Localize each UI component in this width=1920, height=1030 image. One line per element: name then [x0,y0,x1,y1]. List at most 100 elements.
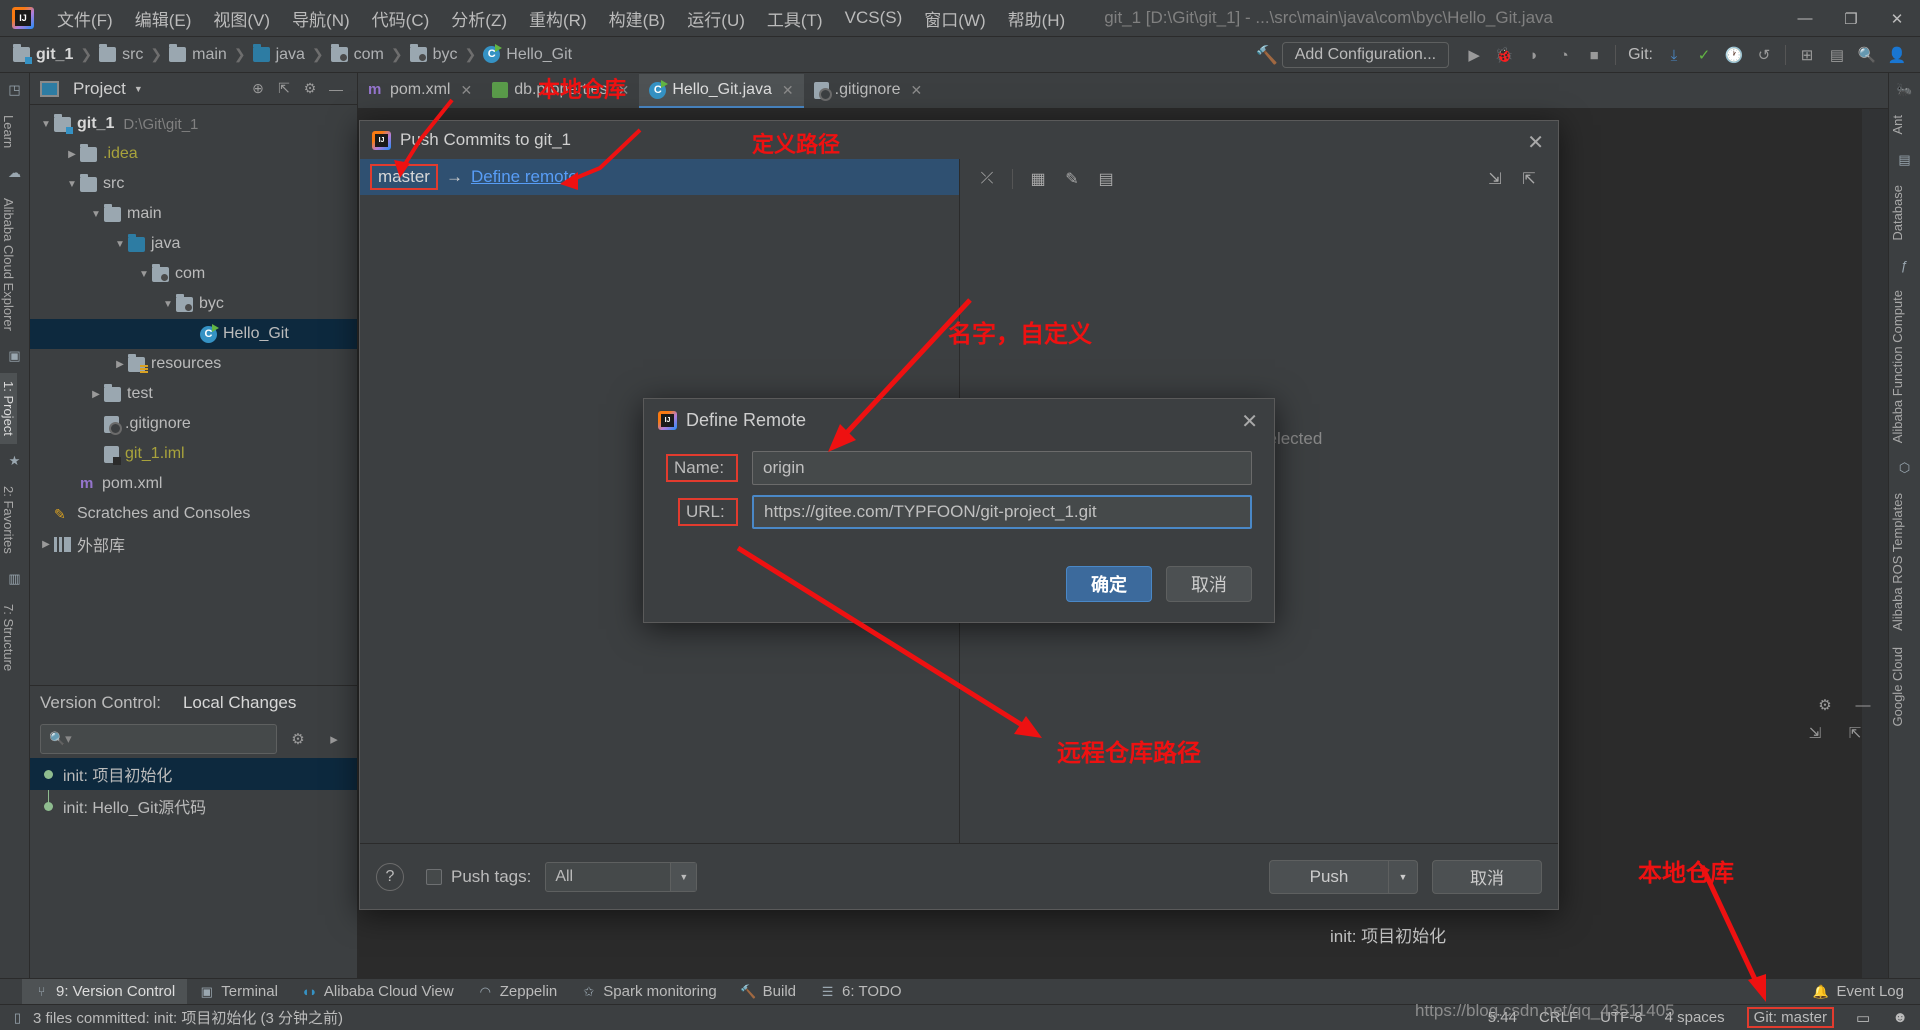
push-cancel-button[interactable]: 取消 [1432,860,1542,894]
list-item[interactable]: init: 项目初始化 [30,758,357,790]
breadcrumb-item-git_1[interactable]: git_1 [10,44,76,66]
tree-node-resources[interactable]: ▶ resources [30,349,357,379]
chevron-down-icon[interactable]: ▼ [670,863,696,891]
collapse-all-icon[interactable]: ⇱ [1512,164,1546,194]
tab-todo[interactable]: ☰ 6: TODO [808,979,913,1005]
sidebar-item-alibaba-function-compute[interactable]: Alibaba Function Compute [1889,282,1906,451]
breadcrumb[interactable]: git_1 ❯ src ❯ main ❯ java ❯ com ❯ [10,44,575,66]
twisty-icon[interactable]: ▼ [160,299,176,310]
remote-name-field[interactable]: origin [752,451,1252,485]
twisty-icon[interactable]: ▼ [88,209,104,220]
menu-tools[interactable]: 工具(T) [756,2,834,35]
tab-hello-git-java[interactable]: C Hello_Git.java ✕ [639,74,803,108]
menu-build[interactable]: 构建(B) [598,2,677,35]
tab-gitignore[interactable]: .gitignore ✕ [804,74,933,108]
editor-scrollbar[interactable] [1862,109,1888,978]
help-button[interactable]: ? [376,863,404,891]
twisty-icon[interactable]: ▼ [136,269,152,280]
breadcrumb-item-src[interactable]: src [96,44,146,66]
chevron-down-icon[interactable]: ▼ [134,84,143,94]
preview-icon[interactable]: ▤ [1089,164,1123,194]
local-changes-tab[interactable]: Local Changes [183,693,296,713]
sidebar-item-alibaba-ros-templates[interactable]: Alibaba ROS Templates [1889,485,1906,639]
sidebar-item-project[interactable]: 1: Project [0,373,17,444]
sidebar-item-ant[interactable]: Ant [1889,107,1906,143]
push-history-icon[interactable]: 🕐 [1719,40,1749,70]
commit-list[interactable]: init: 项目初始化 init: Hello_Git源代码 [30,758,357,822]
sidebar-item-learn[interactable]: Learn [0,107,17,156]
tab-spark-monitoring[interactable]: ✩ Spark monitoring [569,979,728,1005]
gear-icon[interactable]: ⚙ [283,724,313,754]
twisty-icon[interactable]: ▼ [64,179,80,190]
menu-help[interactable]: 帮助(H) [997,2,1077,35]
push-options-chevron-icon[interactable]: ▼ [1389,860,1418,894]
close-icon[interactable]: ✕ [782,82,794,99]
settings-icon[interactable]: ▤ [1822,40,1852,70]
ant-icon[interactable]: 🐜 [1892,79,1918,101]
menu-navigate[interactable]: 导航(N) [281,2,361,35]
menu-window[interactable]: 窗口(W) [913,2,996,35]
menu-vcs[interactable]: VCS(S) [834,4,914,32]
tab-version-control[interactable]: ⑂ 9: Version Control [22,979,187,1005]
select-in-icon[interactable]: ⊞ [1792,40,1822,70]
breadcrumb-item-hello-git[interactable]: C Hello_Git [480,44,575,66]
breadcrumb-item-byc[interactable]: byc [407,44,461,66]
push-tags-select[interactable]: All ▼ [545,862,697,892]
twisty-icon[interactable]: ▼ [38,119,54,130]
tab-build[interactable]: 🔨 Build [729,979,808,1005]
hide-icon[interactable]: — [323,76,349,102]
twisty-icon[interactable]: ▶ [112,359,128,370]
ok-button[interactable]: 确定 [1066,566,1152,602]
tree-node-hello-git[interactable]: C Hello_Git [30,319,357,349]
tree-node-gitignore[interactable]: .gitignore [30,409,357,439]
structure-icon[interactable]: ▥ [2,568,28,590]
ros-templates-icon[interactable]: ⬡ [1892,457,1918,479]
expand-all-icon[interactable]: ⇲ [1800,718,1830,748]
tab-pom-xml[interactable]: m pom.xml ✕ [358,74,482,108]
close-window-button[interactable]: ✕ [1874,0,1920,37]
tree-node-git_1[interactable]: ▼ git_1 D:\Git\git_1 [30,109,357,139]
tree-node-com[interactable]: ▼ com [30,259,357,289]
group-by-icon[interactable]: ▦ [1021,164,1055,194]
push-tags-checkbox[interactable] [426,869,442,885]
minimize-button[interactable]: — [1782,0,1828,37]
function-compute-icon[interactable]: ƒ [1892,254,1918,276]
tree-node-src[interactable]: ▼ src [30,169,357,199]
menu-run[interactable]: 运行(U) [676,2,756,35]
account-icon[interactable]: 👤 [1882,40,1912,70]
breadcrumb-item-java[interactable]: java [250,44,308,66]
sidebar-item-structure[interactable]: 7: Structure [0,596,17,679]
locate-icon[interactable]: ⊕ [245,76,271,102]
menu-refactor[interactable]: 重构(R) [518,2,598,35]
define-remote-link[interactable]: Define remote [471,167,578,187]
menu-bar[interactable]: 文件(F) 编辑(E) 视图(V) 导航(N) 代码(C) 分析(Z) 重构(R… [46,2,1076,35]
tree-node-external-libraries[interactable]: ▶ 外部库 [30,529,357,559]
show-diff-icon[interactable]: ⤫ [970,164,1004,194]
cancel-button[interactable]: 取消 [1166,566,1252,602]
tree-node-main[interactable]: ▼ main [30,199,357,229]
twisty-icon[interactable]: ▶ [38,539,54,550]
tree-node-java[interactable]: ▼ java [30,229,357,259]
settings-icon[interactable]: ⚙ [297,76,323,102]
stop-icon[interactable]: ■ [1579,40,1609,70]
search-everywhere-icon[interactable]: 🔍 [1852,40,1882,70]
list-item[interactable]: init: Hello_Git源代码 [30,790,357,822]
rollback-icon[interactable]: ↺ [1749,40,1779,70]
close-icon[interactable]: ✕ [1241,409,1258,434]
edit-icon[interactable]: ✎ [1055,164,1089,194]
run-icon[interactable]: ▶ [1459,40,1489,70]
inspector-icon[interactable]: ☻ [1892,1009,1908,1026]
close-icon[interactable]: ✕ [910,82,922,99]
sidebar-item-favorites[interactable]: 2: Favorites [0,478,17,562]
debug-icon[interactable]: 🐞 [1489,40,1519,70]
menu-edit[interactable]: 编辑(E) [124,2,203,35]
twisty-icon[interactable]: ▼ [112,239,128,250]
remote-url-field[interactable]: https://gitee.com/TYPFOON/git-project_1.… [752,495,1252,529]
tree-node-byc[interactable]: ▼ byc [30,289,357,319]
twisty-icon[interactable]: ▶ [88,389,104,400]
run-coverage-icon[interactable]: ◗ [1519,40,1549,70]
unlock-icon[interactable]: ▭ [1856,1009,1870,1027]
close-icon[interactable]: ✕ [1527,130,1544,155]
profile-icon[interactable]: ◔ [1549,40,1579,70]
tree-node-iml[interactable]: git_1.iml [30,439,357,469]
